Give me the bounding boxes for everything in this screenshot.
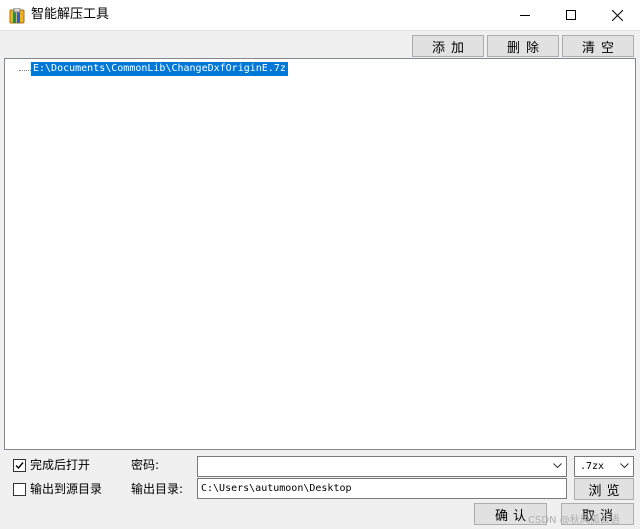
app-icon xyxy=(9,8,25,24)
maximize-icon xyxy=(566,10,576,20)
open-after-complete-checkbox[interactable] xyxy=(13,459,26,472)
close-icon xyxy=(611,9,623,21)
file-tree[interactable]: E:\Documents\CommonLib\ChangeDxfOriginE.… xyxy=(4,58,636,450)
extension-select[interactable]: .7zx xyxy=(574,456,634,477)
tree-item-selected[interactable]: E:\Documents\CommonLib\ChangeDxfOriginE.… xyxy=(31,62,288,76)
password-combobox[interactable] xyxy=(197,456,567,477)
add-button[interactable]: 添加 xyxy=(412,35,484,57)
close-button[interactable] xyxy=(594,0,640,30)
output-to-source-checkbox[interactable] xyxy=(13,483,26,496)
maximize-button[interactable] xyxy=(548,0,594,30)
checkmark-icon xyxy=(15,462,24,470)
window-title: 智能解压工具 xyxy=(31,7,110,22)
clear-button[interactable]: 清空 xyxy=(562,35,634,57)
browse-button[interactable]: 浏览 xyxy=(574,478,634,500)
tree-connector xyxy=(19,70,31,71)
minimize-icon xyxy=(520,15,530,16)
watermark: CSDN @秋风孤云语 xyxy=(528,515,620,526)
output-to-source-label: 输出到源目录 xyxy=(30,482,103,496)
password-label: 密码: xyxy=(131,458,160,472)
extension-value: .7zx xyxy=(580,461,605,472)
output-dir-input[interactable]: C:\Users\autumoon\Desktop xyxy=(197,478,567,499)
minimize-button[interactable] xyxy=(502,0,548,30)
delete-button[interactable]: 删除 xyxy=(487,35,559,57)
title-bar: 智能解压工具 xyxy=(0,0,640,31)
chevron-down-icon xyxy=(553,463,562,469)
output-dir-label: 输出目录: xyxy=(131,482,184,496)
open-after-complete-label: 完成后打开 xyxy=(30,458,91,472)
chevron-down-icon xyxy=(620,463,629,469)
